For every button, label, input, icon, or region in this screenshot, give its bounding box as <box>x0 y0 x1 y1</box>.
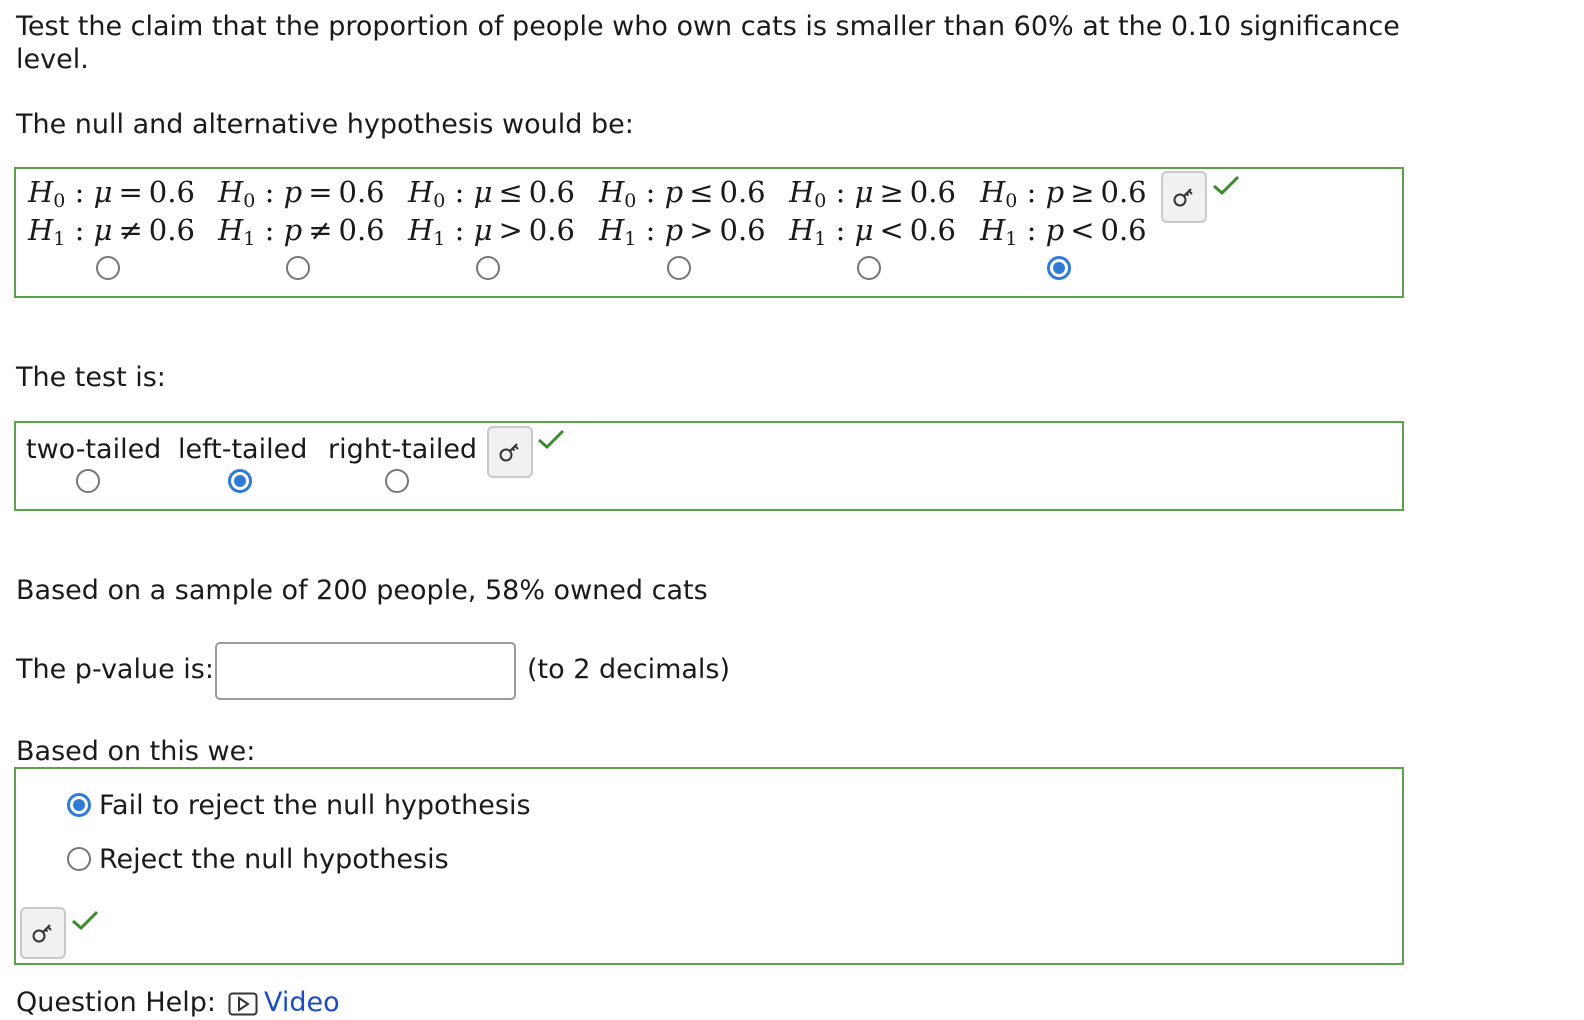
test-label: The test is: <box>16 362 166 393</box>
hypothesis-radio-5[interactable] <box>857 256 881 280</box>
option-right-tailed: right-tailed <box>328 434 478 465</box>
hypothesis-radio-2[interactable] <box>286 256 310 280</box>
checkmark-icon <box>538 429 565 450</box>
question-text-line-1: Test the claim that the proportion of pe… <box>16 11 1400 42</box>
hint-key-button[interactable] <box>1161 171 1207 223</box>
null-hypothesis-text: H0 : μ = 0.6 <box>28 175 195 212</box>
alternative-hypothesis-text: H1 : μ ≠ 0.6 <box>28 213 195 250</box>
null-hypothesis-text: H0 : μ ≥0.6 <box>789 175 956 212</box>
pvalue-input[interactable] <box>215 642 516 700</box>
test-choice-box: two-tailed left-tailed right-tailed <box>14 421 1404 511</box>
null-hypothesis-text: H0 : μ ≤0.6 <box>408 175 575 212</box>
alternative-hypothesis-text: H1 : p <0.6 <box>980 213 1147 250</box>
question-help-label: Question Help: <box>16 987 216 1018</box>
decision-label: Based on this we: <box>16 736 256 767</box>
null-hypothesis-text: H0 : p = 0.6 <box>218 175 385 212</box>
hint-key-button[interactable] <box>20 907 66 959</box>
hint-key-button[interactable] <box>487 426 533 478</box>
alternative-hypothesis-text: H1 : μ <0.6 <box>789 213 956 250</box>
radio-fail-to-reject[interactable] <box>67 793 91 817</box>
checkmark-icon <box>1213 175 1240 196</box>
pvalue-label: The p-value is: <box>16 654 214 685</box>
radio-two-tailed[interactable] <box>76 469 100 493</box>
alternative-hypothesis-text: H1 : p ≠ 0.6 <box>218 213 385 250</box>
hypothesis-radio-1[interactable] <box>96 256 120 280</box>
radio-reject[interactable] <box>67 847 91 871</box>
decision-choice-box: Fail to reject the null hypothesis Rejec… <box>14 767 1404 965</box>
video-link-label: Video <box>264 987 340 1018</box>
video-icon <box>228 992 258 1016</box>
null-hypothesis-text: H0 : p ≥0.6 <box>980 175 1147 212</box>
radio-right-tailed[interactable] <box>385 469 409 493</box>
null-hypothesis-text: H0 : p ≤0.6 <box>599 175 766 212</box>
alternative-hypothesis-text: H1 : p >0.6 <box>599 213 766 250</box>
option-left-tailed: left-tailed <box>178 434 308 465</box>
hypothesis-radio-4[interactable] <box>667 256 691 280</box>
option-reject: Reject the null hypothesis <box>99 844 449 875</box>
radio-left-tailed[interactable] <box>228 469 252 493</box>
hypothesis-radio-3[interactable] <box>476 256 500 280</box>
question-text-line-2: level. <box>16 44 89 75</box>
sample-text: Based on a sample of 200 people, 58% own… <box>16 575 708 606</box>
pvalue-suffix: (to 2 decimals) <box>527 654 731 685</box>
option-fail-to-reject: Fail to reject the null hypothesis <box>99 790 531 821</box>
alternative-hypothesis-text: H1 : μ >0.6 <box>408 213 575 250</box>
hypothesis-radio-6[interactable] <box>1047 256 1071 280</box>
checkmark-icon <box>72 910 99 931</box>
option-two-tailed: two-tailed <box>26 434 162 465</box>
hypothesis-label: The null and alternative hypothesis woul… <box>16 109 634 140</box>
